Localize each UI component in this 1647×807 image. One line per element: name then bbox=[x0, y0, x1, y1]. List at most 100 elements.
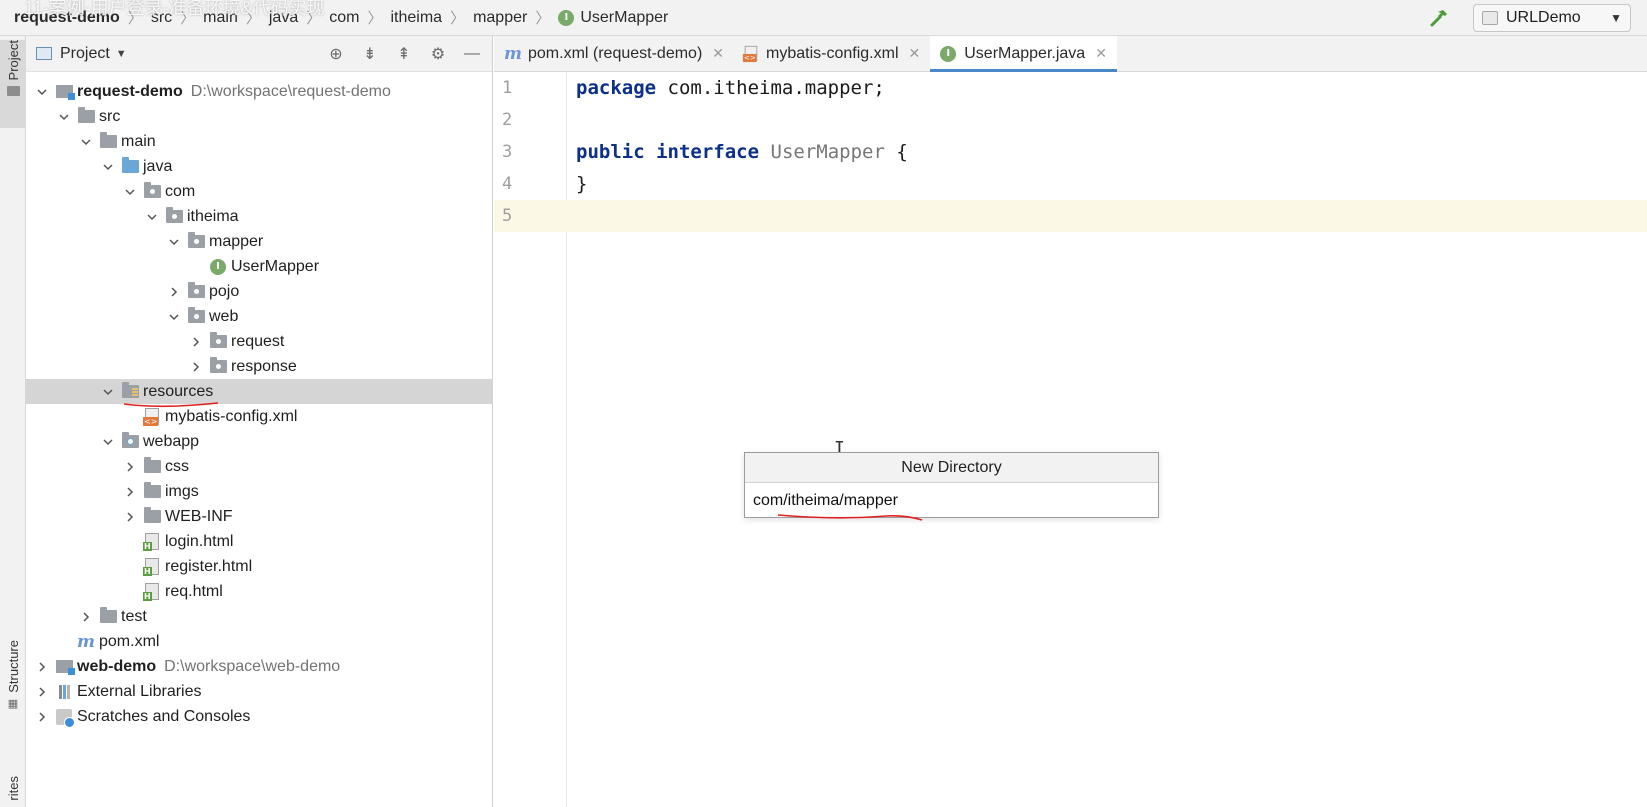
chevron-down-icon[interactable] bbox=[100, 384, 116, 400]
breadcrumb-item-main[interactable]: main bbox=[203, 9, 238, 27]
chevron-down-icon[interactable] bbox=[122, 184, 138, 200]
close-icon[interactable]: ✕ bbox=[909, 45, 921, 62]
folder-icon bbox=[98, 132, 118, 151]
tree-item-response[interactable]: response bbox=[26, 354, 493, 379]
tree-item-pom-xml[interactable]: m pom.xml bbox=[26, 629, 493, 654]
tree-item-label: web-demo bbox=[77, 657, 157, 675]
tree-item-register-html[interactable]: H register.html bbox=[26, 554, 493, 579]
breadcrumb-item-itheima[interactable]: itheima bbox=[390, 9, 442, 27]
package-icon bbox=[186, 232, 206, 251]
tree-item-src[interactable]: src bbox=[26, 104, 493, 129]
tree-item-itheima[interactable]: itheima bbox=[26, 204, 493, 229]
structure-tool-window-button[interactable]: Structure ▦ bbox=[0, 640, 26, 730]
locate-file-icon[interactable]: ⊕ bbox=[326, 44, 346, 64]
chevron-right-icon[interactable] bbox=[122, 509, 138, 525]
html-file-icon: H bbox=[142, 558, 162, 576]
folder-icon bbox=[142, 507, 162, 526]
chevron-right-icon[interactable] bbox=[166, 284, 182, 300]
tree-item-request-demo[interactable]: request-demo D:\workspace\request-demo bbox=[26, 79, 493, 104]
hide-panel-icon[interactable]: — bbox=[462, 44, 482, 64]
tree-item-web-inf[interactable]: WEB-INF bbox=[26, 504, 493, 529]
expand-all-icon[interactable]: ⇟ bbox=[360, 44, 380, 64]
build-hammer-icon[interactable] bbox=[1425, 4, 1453, 32]
chevron-right-icon[interactable] bbox=[188, 334, 204, 350]
tree-item-test[interactable]: test bbox=[26, 604, 493, 629]
project-tool-window-button[interactable]: Project bbox=[0, 40, 26, 128]
tree-item-resources[interactable]: resources bbox=[26, 379, 493, 404]
code-line[interactable]: 3 public interface UserMapper { bbox=[494, 136, 1647, 168]
tab-pom-xml[interactable]: m pom.xml (request-demo) ✕ bbox=[494, 36, 734, 71]
breadcrumb-item-com[interactable]: com bbox=[329, 9, 359, 27]
favorites-tool-window-button[interactable]: rites bbox=[0, 776, 26, 807]
tree-item-label: Scratches and Consoles bbox=[77, 707, 251, 725]
tree-item-label: java bbox=[143, 157, 173, 175]
code-line[interactable]: 2 bbox=[494, 104, 1647, 136]
tree-item-label: register.html bbox=[165, 557, 253, 575]
chevron-right-icon[interactable] bbox=[122, 459, 138, 475]
breadcrumb-item-usermapper[interactable]: I UserMapper bbox=[558, 9, 668, 27]
interface-icon: I bbox=[208, 258, 228, 276]
close-icon[interactable]: ✕ bbox=[1095, 45, 1107, 62]
tree-item-login-html[interactable]: H login.html bbox=[26, 529, 493, 554]
tree-item-web[interactable]: web bbox=[26, 304, 493, 329]
tree-item-pojo[interactable]: pojo bbox=[26, 279, 493, 304]
tab-usermapper-java[interactable]: I UserMapper.java ✕ bbox=[930, 36, 1117, 72]
chevron-right-icon[interactable] bbox=[34, 659, 50, 675]
chevron-right-icon[interactable] bbox=[122, 484, 138, 500]
chevron-down-icon[interactable] bbox=[166, 234, 182, 250]
breadcrumb-item-src[interactable]: src bbox=[151, 9, 172, 27]
line-number: 3 bbox=[502, 142, 513, 162]
chevron-down-icon[interactable] bbox=[100, 159, 116, 175]
tree-item-css[interactable]: css bbox=[26, 454, 493, 479]
gear-icon[interactable]: ⚙ bbox=[428, 44, 448, 64]
breadcrumb-item-label: UserMapper bbox=[580, 8, 669, 26]
chevron-down-icon[interactable] bbox=[144, 209, 160, 225]
breadcrumb-item-mapper[interactable]: mapper bbox=[473, 9, 527, 27]
scratches-icon bbox=[54, 708, 75, 728]
tree-item-label: main bbox=[121, 132, 156, 150]
tree-item-external-libraries[interactable]: External Libraries bbox=[26, 679, 493, 704]
project-view-icon bbox=[36, 47, 52, 60]
tree-item-label: mapper bbox=[209, 232, 264, 250]
tree-item-usermapper[interactable]: I UserMapper bbox=[26, 254, 493, 279]
chevron-down-icon[interactable] bbox=[100, 434, 116, 450]
chevron-down-icon[interactable] bbox=[78, 134, 94, 150]
directory-name-input[interactable] bbox=[745, 484, 1158, 517]
chevron-right-icon[interactable] bbox=[34, 684, 50, 700]
chevron-down-icon[interactable] bbox=[166, 309, 182, 325]
tree-item-request[interactable]: request bbox=[26, 329, 493, 354]
chevron-right-icon[interactable] bbox=[78, 609, 94, 625]
tree-item-web-demo[interactable]: web-demo D:\workspace\web-demo bbox=[26, 654, 493, 679]
tree-item-com[interactable]: com bbox=[26, 179, 493, 204]
chevron-right-icon[interactable] bbox=[34, 709, 50, 725]
interface-name: UserMapper bbox=[770, 141, 885, 163]
tree-item-mapper[interactable]: mapper bbox=[26, 229, 493, 254]
code-line[interactable]: 4 } bbox=[494, 168, 1647, 200]
tree-item-webapp[interactable]: webapp bbox=[26, 429, 493, 454]
project-panel-title[interactable]: Project bbox=[60, 45, 110, 63]
breadcrumb-item-java[interactable]: java bbox=[269, 9, 298, 27]
tab-mybatis-config[interactable]: <> mybatis-config.xml ✕ bbox=[734, 36, 930, 71]
tree-item-req-html[interactable]: H req.html bbox=[26, 579, 493, 604]
tree-item-imgs[interactable]: imgs bbox=[26, 479, 493, 504]
left-tool-window-strip: Project Structure ▦ rites bbox=[0, 36, 26, 807]
tree-item-java[interactable]: java bbox=[26, 154, 493, 179]
chevron-right-icon[interactable] bbox=[188, 359, 204, 375]
chevron-down-icon[interactable]: ▼ bbox=[116, 48, 127, 60]
collapse-all-icon[interactable]: ⇞ bbox=[394, 44, 414, 64]
tree-item-scratches[interactable]: Scratches and Consoles bbox=[26, 704, 493, 729]
code-line[interactable]: 1 package com.itheima.mapper; bbox=[494, 72, 1647, 104]
run-configuration-select[interactable]: URLDemo ▼ bbox=[1473, 4, 1631, 32]
tree-item-mybatis-config[interactable]: <> mybatis-config.xml bbox=[26, 404, 493, 429]
tree-item-label: UserMapper bbox=[231, 257, 320, 275]
maven-icon: m bbox=[77, 631, 95, 652]
close-icon[interactable]: ✕ bbox=[712, 45, 724, 62]
chevron-down-icon[interactable] bbox=[34, 84, 50, 100]
breadcrumb-item-request-demo[interactable]: request-demo bbox=[14, 9, 120, 27]
chevron-down-icon[interactable] bbox=[56, 109, 72, 125]
folder-icon bbox=[142, 457, 162, 476]
code-line-current[interactable]: 5 bbox=[494, 200, 1647, 232]
editor-tabs: m pom.xml (request-demo) ✕ <> mybatis-co… bbox=[494, 36, 1647, 72]
code-editor[interactable]: 1 package com.itheima.mapper; 2 3 public… bbox=[494, 72, 1647, 807]
tree-item-main[interactable]: main bbox=[26, 129, 493, 154]
